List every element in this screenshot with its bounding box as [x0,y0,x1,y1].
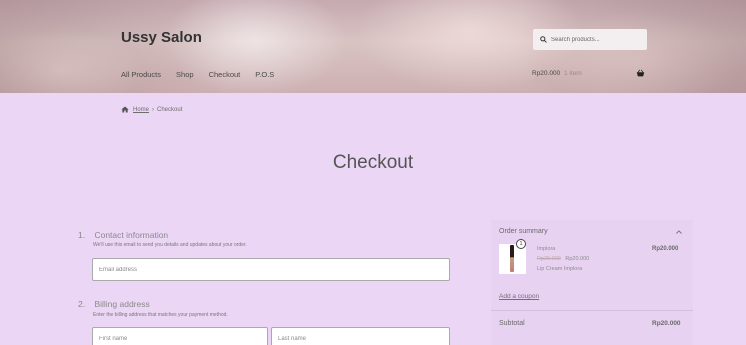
lip-cream-image [510,245,514,272]
page-title: Checkout [332,152,414,173]
nav-item-checkout[interactable]: Checkout [209,70,241,79]
breadcrumb-home-link[interactable]: Home [133,107,149,113]
nav-item-shop[interactable]: Shop [176,70,194,79]
add-coupon-link[interactable]: Add a coupon [499,293,539,300]
quantity-badge: 1 [516,239,526,249]
search-input[interactable] [551,36,641,43]
subtotal-label: Subtotal [499,320,525,327]
order-summary-title[interactable]: Order summary [499,228,548,235]
nav-item-pos[interactable]: P.O.S [255,70,274,79]
chevron-up-icon[interactable] [676,230,682,234]
contact-step-title: Contact information [94,230,169,240]
first-name-field[interactable] [92,327,268,345]
subtotal-value: Rp20.000 [652,320,681,327]
primary-nav: All Products Shop Checkout P.O.S [121,70,289,79]
line-item-total: Rp20.000 [652,246,679,252]
last-name-field[interactable] [271,327,450,345]
breadcrumb: Home › Checkout [121,106,182,113]
billing-step-heading: 2. Billing address [78,294,150,312]
breadcrumb-separator: › [152,106,155,113]
contact-step-heading: 1. Contact information [78,225,168,243]
cart-total: Rp20.000 [532,70,561,77]
contact-step-description: We'll use this email to send you details… [93,242,247,248]
home-icon [121,106,129,113]
product-regular-price: Rp25.000 [537,256,561,262]
search-icon [540,36,547,43]
product-description: Lip Cream Implora [537,266,583,272]
breadcrumb-current: Checkout [157,106,183,113]
billing-step-number: 2. [78,299,86,309]
header-cart[interactable]: Rp20.000 1 item [532,70,582,77]
nav-item-all-products[interactable]: All Products [121,70,161,79]
product-price: Rp25.000 Rp20.000 [537,256,589,262]
site-title[interactable]: Ussy Salon [121,29,202,46]
search-box [533,29,647,50]
cart-item-count: 1 item [564,70,582,77]
billing-step-description: Enter the billing address that matches y… [93,312,228,318]
contact-step-number: 1. [78,230,86,240]
basket-icon[interactable] [636,69,645,77]
product-name: Implora [537,246,556,252]
billing-step-title: Billing address [94,299,150,309]
product-sale-price: Rp20.000 [565,256,590,262]
summary-divider [491,310,693,311]
email-field[interactable] [92,258,450,281]
